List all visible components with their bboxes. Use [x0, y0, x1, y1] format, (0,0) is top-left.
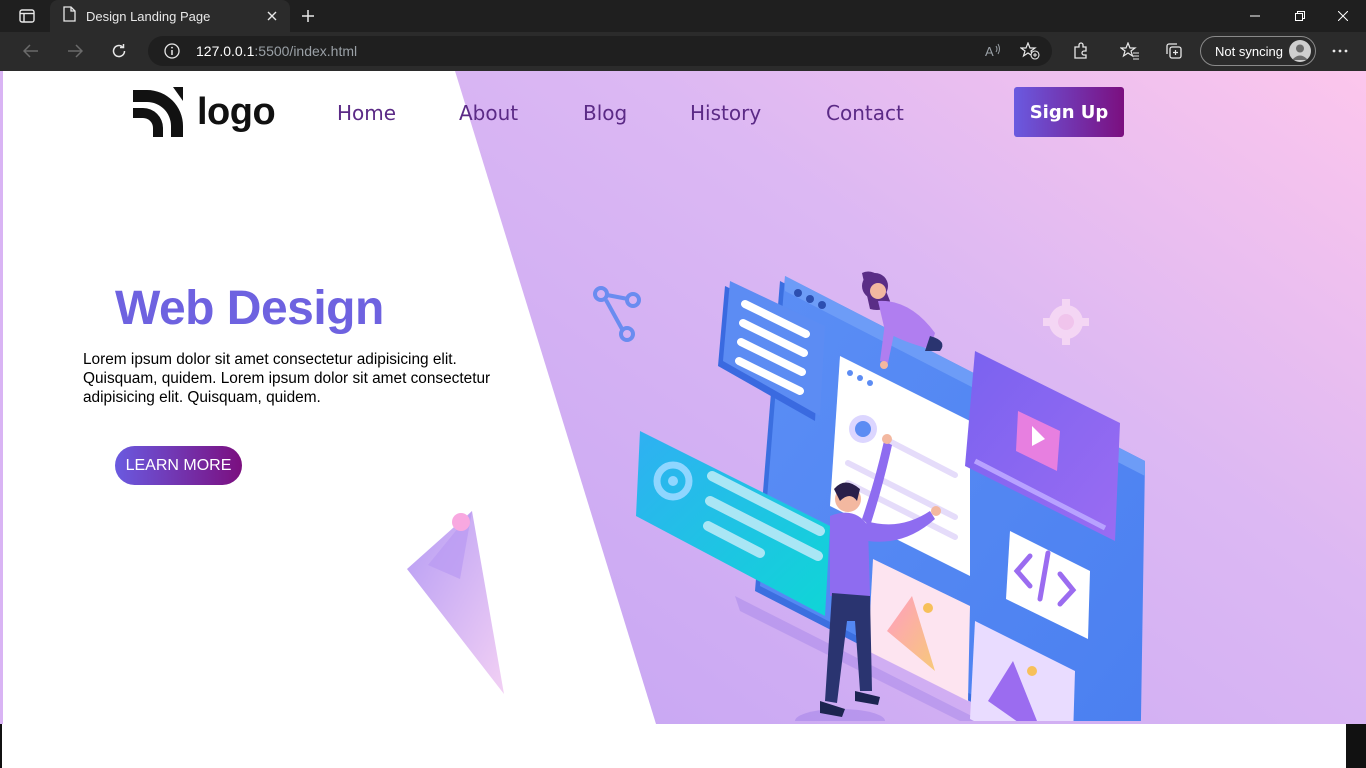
below-hero-area — [0, 724, 1346, 768]
back-icon[interactable] — [16, 37, 46, 65]
rss-logo-icon — [133, 87, 183, 137]
site-logo[interactable]: logo — [133, 87, 276, 137]
address-bar[interactable]: 127.0.0.1:5500/index.html A — [148, 36, 1052, 66]
share-icon — [593, 286, 641, 342]
page-icon — [62, 6, 76, 26]
browser-toolbar: 127.0.0.1:5500/index.html A Not syncing — [0, 32, 1366, 71]
scrollbar-corner — [1346, 724, 1366, 768]
profile-label: Not syncing — [1215, 43, 1283, 59]
add-favorite-icon[interactable] — [1018, 40, 1042, 62]
restore-icon[interactable] — [1277, 0, 1323, 32]
profile-button[interactable]: Not syncing — [1200, 36, 1316, 66]
left-edge-lower — [0, 724, 2, 768]
close-tab-icon[interactable] — [260, 4, 284, 28]
nav-history[interactable]: History — [690, 101, 761, 125]
learn-more-button[interactable]: LEARN MORE — [115, 446, 242, 485]
svg-text:A: A — [985, 44, 994, 59]
tab-actions-icon[interactable] — [14, 7, 40, 25]
nav-home[interactable]: Home — [337, 101, 396, 125]
hero-title: Web Design — [115, 282, 384, 335]
collections-icon[interactable] — [1160, 38, 1188, 64]
more-options-icon[interactable] — [1326, 38, 1354, 64]
left-edge — [0, 71, 3, 724]
nav-blog[interactable]: Blog — [583, 101, 627, 125]
browser-titlebar: Design Landing Page — [0, 0, 1366, 32]
gear-decoration-icon — [1043, 299, 1089, 345]
hero-illustration — [407, 271, 1145, 721]
nav-contact[interactable]: Contact — [826, 101, 904, 125]
read-aloud-icon[interactable]: A — [982, 40, 1006, 62]
browser-tab[interactable]: Design Landing Page — [50, 0, 290, 32]
extensions-icon[interactable] — [1067, 38, 1095, 64]
forward-icon[interactable] — [60, 37, 90, 65]
refresh-icon[interactable] — [104, 37, 134, 65]
nav-about[interactable]: About — [459, 101, 518, 125]
page-viewport: logo Home About Blog History Contact Sig… — [0, 71, 1366, 768]
mountain-decoration-icon — [407, 511, 504, 694]
favorites-icon[interactable] — [1116, 38, 1144, 64]
close-window-icon[interactable] — [1320, 0, 1366, 32]
logo-text: logo — [197, 90, 276, 133]
url-text: 127.0.0.1:5500/index.html — [196, 43, 358, 59]
avatar-icon — [1289, 40, 1311, 62]
tab-title: Design Landing Page — [86, 8, 211, 24]
site-info-icon[interactable] — [160, 40, 184, 62]
new-tab-icon[interactable] — [296, 4, 320, 28]
minimize-icon[interactable] — [1232, 0, 1278, 32]
signup-button[interactable]: Sign Up — [1014, 87, 1124, 137]
